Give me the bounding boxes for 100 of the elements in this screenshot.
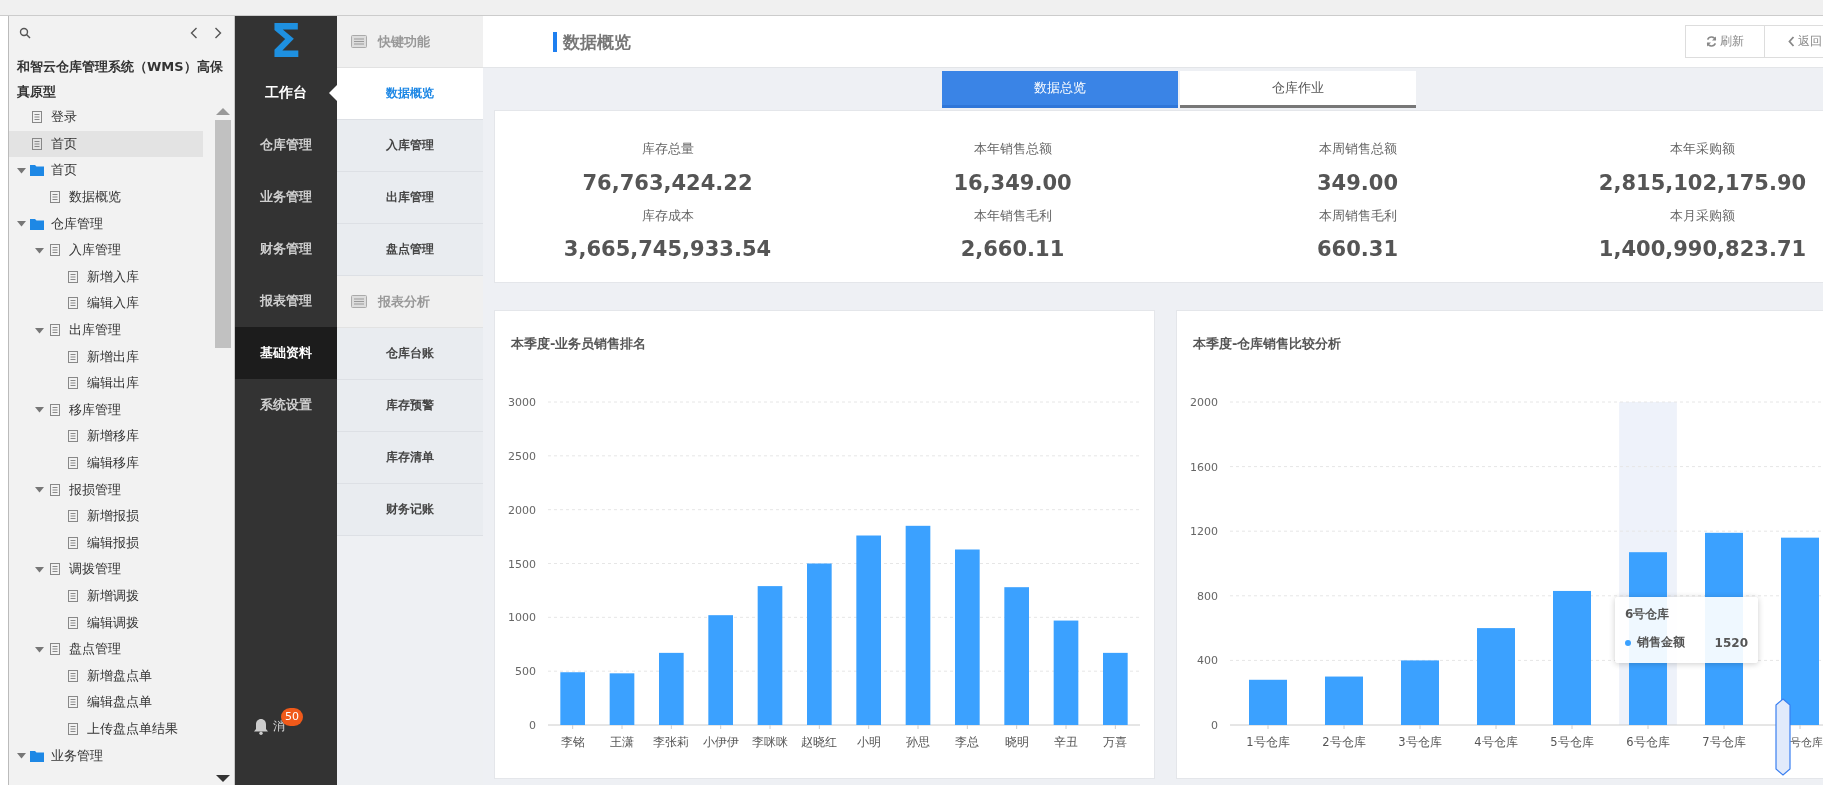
nav-item[interactable]: 系统设置 bbox=[235, 379, 337, 431]
tree-item[interactable]: 调拨管理 bbox=[9, 556, 203, 583]
submenu-item[interactable]: 数据概览 bbox=[337, 68, 483, 120]
tree-item[interactable]: 出库管理 bbox=[9, 316, 203, 344]
tree-item[interactable]: 编辑盘点单 bbox=[9, 689, 203, 716]
axis-label: 6号仓库 bbox=[1626, 735, 1670, 749]
tree-item[interactable]: 入库管理 bbox=[9, 236, 203, 264]
axis-tick-label: 1200 bbox=[1190, 525, 1218, 539]
stat-value: 2,815,102,175.90 bbox=[1598, 170, 1807, 197]
stat-value: 76,763,424.22 bbox=[582, 170, 753, 197]
tree-item[interactable]: 首页 bbox=[9, 130, 203, 158]
tree-item[interactable]: 移库管理 bbox=[9, 396, 203, 424]
caret-icon[interactable] bbox=[16, 219, 26, 229]
document-icon bbox=[68, 270, 78, 283]
stat-value: 349.00 bbox=[1316, 170, 1398, 197]
list-icon bbox=[351, 35, 367, 48]
document-icon bbox=[50, 643, 60, 656]
zoom-handle-icon[interactable] bbox=[1775, 698, 1791, 776]
page-title: 数据概览 bbox=[553, 31, 631, 52]
next-icon[interactable] bbox=[214, 27, 222, 39]
axis-tick-label: 0 bbox=[1211, 719, 1218, 732]
bell-icon[interactable] bbox=[253, 718, 269, 735]
document-icon bbox=[68, 430, 78, 443]
tree-item[interactable]: 上传盘点单结果 bbox=[9, 715, 203, 743]
document-icon bbox=[68, 457, 78, 469]
tree-item[interactable]: 编辑报损 bbox=[9, 529, 203, 557]
submenu-item[interactable]: 出库管理 bbox=[337, 172, 483, 224]
previous-icon[interactable] bbox=[190, 27, 198, 39]
submenu-item[interactable]: 入库管理 bbox=[337, 120, 483, 172]
tree-item[interactable]: 数据概览 bbox=[9, 183, 203, 211]
caret-icon[interactable] bbox=[34, 644, 44, 654]
axis-tick-label: 2000 bbox=[508, 503, 536, 517]
tree-item[interactable]: 新增移库 bbox=[9, 423, 203, 450]
caret-icon[interactable] bbox=[34, 245, 44, 255]
tree-item[interactable]: 首页 bbox=[9, 157, 203, 184]
search-icon[interactable] bbox=[19, 27, 31, 39]
nav-item[interactable]: 财务管理 bbox=[235, 223, 337, 275]
submenu-item[interactable]: 财务记账 bbox=[337, 484, 483, 536]
document-icon bbox=[68, 696, 78, 709]
document-icon bbox=[50, 403, 60, 416]
tree-item[interactable]: 登录 bbox=[9, 104, 203, 131]
axis-label: 万喜 bbox=[1103, 735, 1128, 749]
submenu-item[interactable]: 仓库台账 bbox=[337, 328, 483, 380]
document-icon bbox=[68, 722, 78, 735]
tooltip-label: 销售金额 bbox=[1637, 634, 1685, 651]
axis-label: 赵晓红 bbox=[801, 735, 838, 749]
toolbar-button[interactable]: 返回 bbox=[1765, 25, 1823, 58]
submenu-item[interactable]: 库存预警 bbox=[337, 380, 483, 432]
axis-tick-label: 400 bbox=[1197, 654, 1218, 668]
axis-label: 李铭 bbox=[560, 735, 585, 749]
scrollbar-thumb[interactable] bbox=[215, 120, 231, 348]
nav-item[interactable]: 业务管理 bbox=[235, 171, 337, 223]
scroll-down-icon[interactable] bbox=[216, 774, 230, 783]
tree-item[interactable]: 编辑入库 bbox=[9, 290, 203, 317]
tree-item[interactable]: 编辑出库 bbox=[9, 369, 203, 397]
axis-label: 李张莉 bbox=[653, 735, 690, 749]
caret-icon[interactable] bbox=[34, 485, 44, 495]
tab[interactable]: 数据总览 bbox=[942, 71, 1178, 108]
nav-item[interactable]: 基础资料 bbox=[235, 327, 337, 379]
caret-icon[interactable] bbox=[16, 166, 26, 175]
tree-item[interactable]: 新增盘点单 bbox=[9, 662, 203, 690]
document-icon bbox=[68, 590, 78, 602]
pointer-arrow-icon bbox=[329, 85, 337, 101]
tree-item[interactable]: 新增报损 bbox=[9, 502, 203, 530]
tab[interactable]: 仓库作业 bbox=[1180, 71, 1416, 108]
caret-icon[interactable] bbox=[16, 751, 26, 761]
document-icon bbox=[68, 616, 78, 629]
axis-label: 7号仓库 bbox=[1702, 735, 1746, 749]
stat-label: 本年销售总额 bbox=[973, 140, 1052, 158]
scroll-up-icon[interactable] bbox=[216, 107, 230, 116]
nav-item[interactable]: 仓库管理 bbox=[235, 119, 337, 171]
tree-item[interactable]: 新增入库 bbox=[9, 263, 203, 291]
chevron-left-icon bbox=[1787, 36, 1795, 47]
folder-icon bbox=[30, 749, 44, 762]
tree-item[interactable]: 业务管理 bbox=[9, 742, 203, 769]
caret-icon[interactable] bbox=[34, 564, 44, 574]
document-icon bbox=[50, 324, 60, 337]
nav-item[interactable]: 工作台 bbox=[235, 67, 337, 119]
document-icon bbox=[68, 377, 78, 390]
axis-tick-label: 1600 bbox=[1190, 460, 1218, 474]
toolbar-button[interactable]: 刷新 bbox=[1685, 25, 1765, 58]
tree-item[interactable]: 编辑调拨 bbox=[9, 609, 203, 636]
tree-item[interactable]: 新增出库 bbox=[9, 343, 203, 370]
tree-item[interactable]: 编辑移库 bbox=[9, 449, 203, 477]
tree-item[interactable]: 盘点管理 bbox=[9, 635, 203, 663]
list-icon bbox=[351, 295, 367, 308]
document-icon bbox=[68, 350, 78, 363]
legend-dot bbox=[1625, 639, 1631, 646]
tree-item[interactable]: 新增调拨 bbox=[9, 582, 203, 610]
chart-title: 本季度-仓库销售比较分析 bbox=[1192, 335, 1343, 353]
caret-icon[interactable] bbox=[34, 405, 44, 415]
nav-item[interactable]: 报表管理 bbox=[235, 275, 337, 327]
axis-label: 辛丑 bbox=[1054, 735, 1078, 749]
document-icon bbox=[50, 244, 60, 257]
submenu-item[interactable]: 库存清单 bbox=[337, 432, 483, 484]
caret-icon[interactable] bbox=[34, 325, 44, 335]
section-title: 快键功能 bbox=[378, 32, 430, 51]
tree-item[interactable]: 仓库管理 bbox=[9, 210, 203, 237]
submenu-item[interactable]: 盘点管理 bbox=[337, 224, 483, 276]
tree-item[interactable]: 报损管理 bbox=[9, 476, 203, 503]
